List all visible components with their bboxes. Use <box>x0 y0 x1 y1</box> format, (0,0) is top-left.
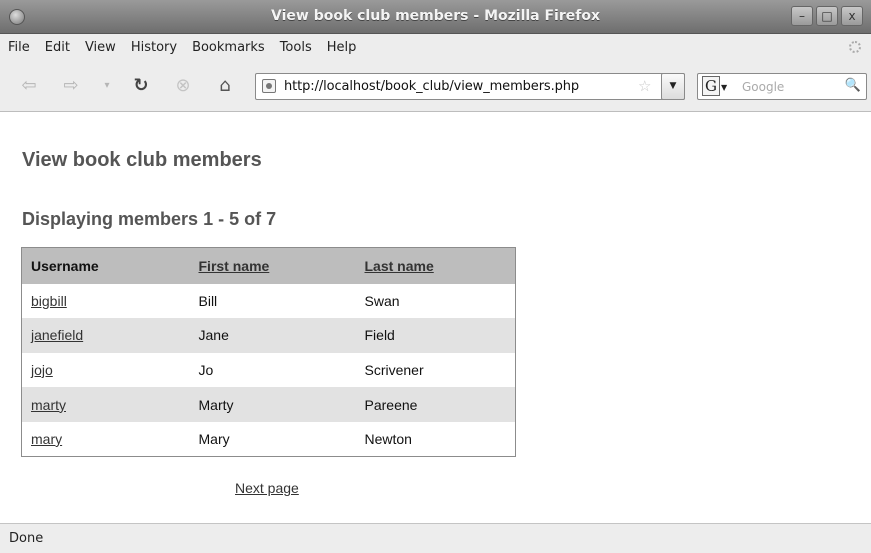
activity-throbber-icon <box>849 41 861 53</box>
page-title: View book club members <box>22 149 262 171</box>
sort-by-last-name-link[interactable]: Last name <box>365 258 434 274</box>
username-cell: janefield <box>21 318 190 353</box>
site-identity-icon[interactable] <box>262 79 276 93</box>
first-name-cell: Mary <box>189 421 356 457</box>
column-header-last-name: Last name <box>355 247 516 284</box>
reload-icon[interactable]: ↻ <box>130 75 152 97</box>
last-name-cell: Field <box>355 318 516 353</box>
history-dropdown-icon[interactable]: ▾ <box>96 75 118 97</box>
search-engine-selector[interactable]: G ▼ <box>702 76 736 96</box>
first-name-cell: Marty <box>189 387 356 422</box>
menu-edit[interactable]: Edit <box>45 40 70 55</box>
status-text: Done <box>9 531 44 546</box>
username-cell: mary <box>21 421 190 457</box>
username-cell: jojo <box>21 352 190 388</box>
table-row: marty Marty Pareene <box>21 387 516 422</box>
first-name-cell: Bill <box>189 283 356 319</box>
menu-history[interactable]: History <box>131 40 177 55</box>
username-cell: bigbill <box>21 283 190 319</box>
status-bar: Done <box>0 523 871 553</box>
first-name-cell: Jane <box>189 318 356 353</box>
forward-arrow-icon[interactable]: ⇨ <box>60 75 82 97</box>
menu-bar: File Edit View History Bookmarks Tools H… <box>0 34 871 60</box>
next-page-link[interactable]: Next page <box>235 480 299 496</box>
window-title: View book club members - Mozilla Firefox <box>271 8 600 24</box>
window-controls: – □ x <box>791 6 863 26</box>
bookmark-star-icon[interactable]: ☆ <box>638 77 651 95</box>
chevron-down-icon: ▼ <box>720 82 728 92</box>
menu-file[interactable]: File <box>8 40 30 55</box>
url-text[interactable]: http://localhost/book_club/view_members.… <box>284 79 579 94</box>
last-name-cell: Scrivener <box>355 352 516 388</box>
menu-help[interactable]: Help <box>327 40 357 55</box>
search-icon[interactable]: 🔍 <box>845 78 861 93</box>
member-link[interactable]: bigbill <box>31 293 67 309</box>
table-header-row: Username First name Last name <box>21 247 516 284</box>
navigation-toolbar: ⇦ ⇨ ▾ ↻ ⊗ ⌂ http://localhost/book_club/v… <box>0 60 871 112</box>
last-name-cell: Newton <box>355 421 516 457</box>
sort-by-first-name-link[interactable]: First name <box>199 258 270 274</box>
window-titlebar: View book club members - Mozilla Firefox… <box>0 0 871 34</box>
table-row: bigbill Bill Swan <box>21 283 516 319</box>
member-link[interactable]: janefield <box>31 327 83 343</box>
table-row: janefield Jane Field <box>21 318 516 353</box>
table-row: jojo Jo Scrivener <box>21 352 516 388</box>
back-arrow-icon[interactable]: ⇦ <box>18 75 40 97</box>
stop-icon[interactable]: ⊗ <box>172 75 194 97</box>
minimize-button[interactable]: – <box>791 6 813 26</box>
home-icon[interactable]: ⌂ <box>214 75 236 97</box>
menu-tools[interactable]: Tools <box>280 40 312 55</box>
username-cell: marty <box>21 387 190 422</box>
column-header-first-name: First name <box>189 247 356 284</box>
search-input[interactable]: Google <box>742 80 784 94</box>
first-name-cell: Jo <box>189 352 356 388</box>
member-link[interactable]: mary <box>31 431 62 447</box>
last-name-cell: Swan <box>355 283 516 319</box>
page-content: View book club members Displaying member… <box>0 113 871 523</box>
close-button[interactable]: x <box>841 6 863 26</box>
member-link[interactable]: jojo <box>31 362 53 378</box>
maximize-button[interactable]: □ <box>816 6 838 26</box>
page-subtitle: Displaying members 1 - 5 of 7 <box>22 209 277 229</box>
search-bar[interactable]: G ▼ Google 🔍 <box>697 73 867 100</box>
column-header-username: Username <box>21 247 190 284</box>
member-link[interactable]: marty <box>31 397 66 413</box>
menu-bookmarks[interactable]: Bookmarks <box>192 40 265 55</box>
last-name-cell: Pareene <box>355 387 516 422</box>
members-table: Username First name Last name bigbill Bi… <box>21 247 516 457</box>
search-engine-logo: G <box>702 76 720 96</box>
table-row: mary Mary Newton <box>21 421 516 457</box>
url-history-dropdown-button[interactable]: ▼ <box>661 73 685 100</box>
menu-view[interactable]: View <box>85 40 116 55</box>
url-bar[interactable]: http://localhost/book_club/view_members.… <box>255 73 685 100</box>
